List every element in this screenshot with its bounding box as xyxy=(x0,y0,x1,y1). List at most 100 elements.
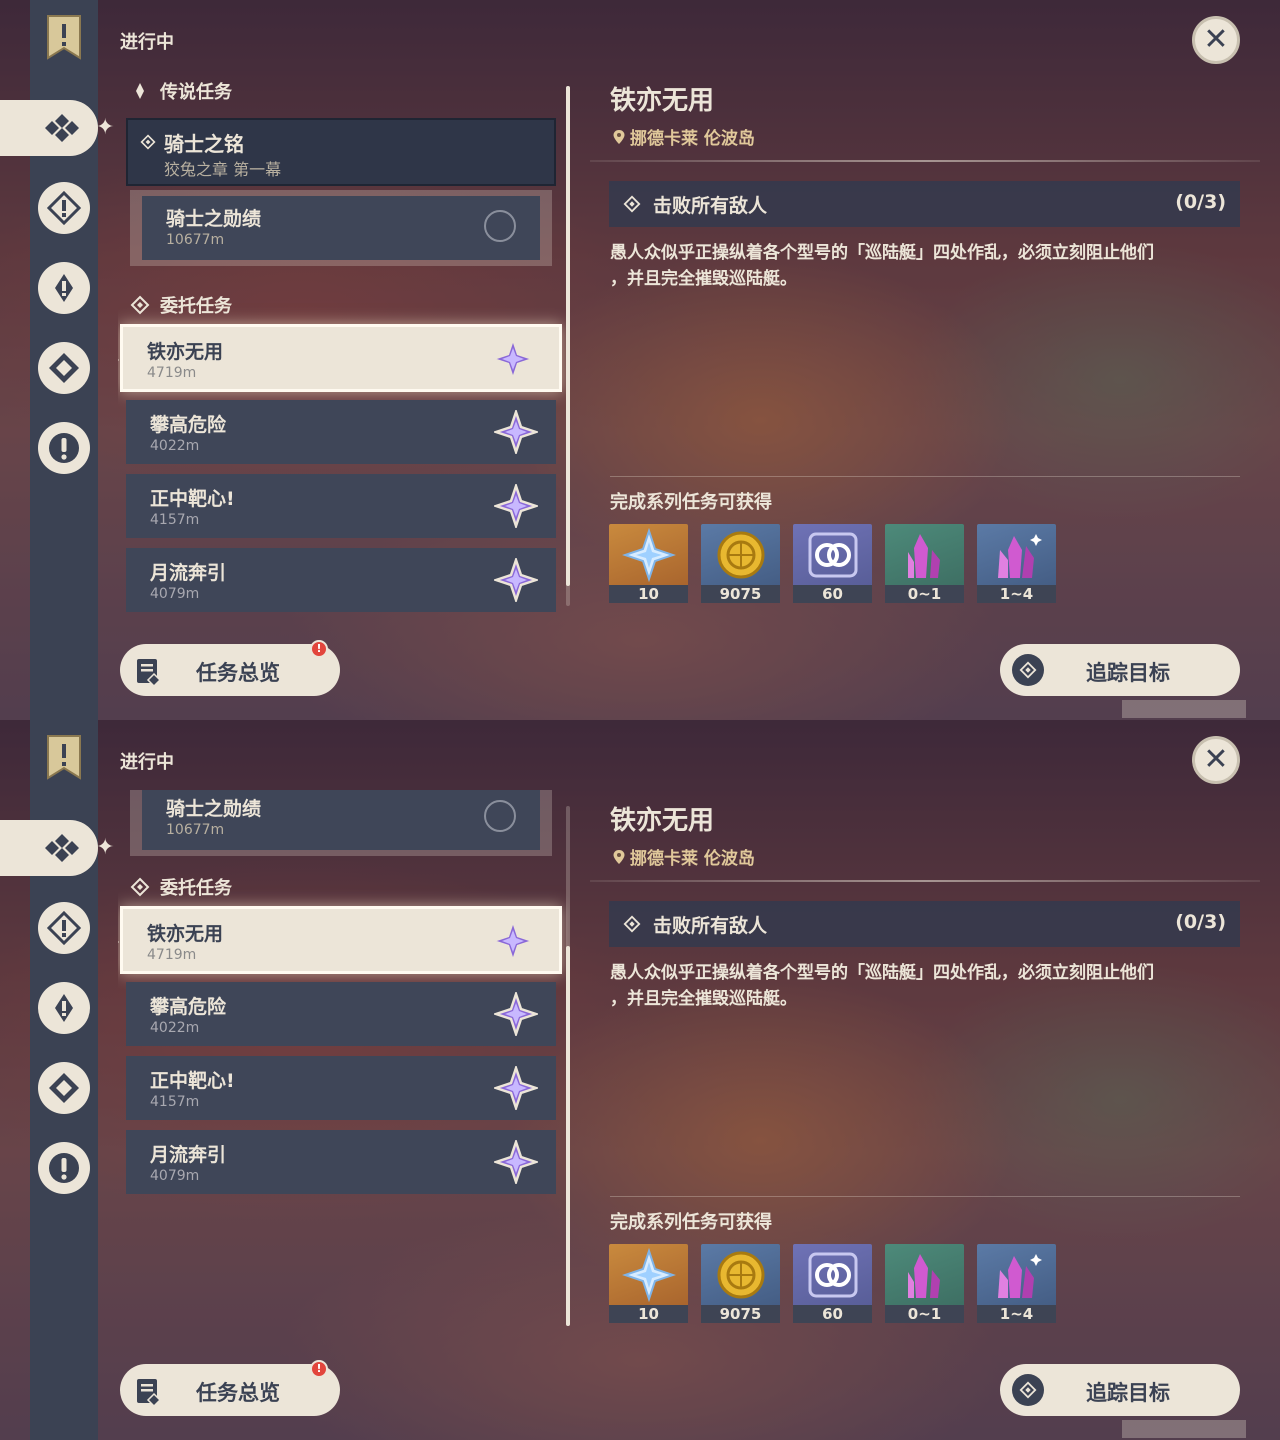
bottom-strip xyxy=(1122,1420,1246,1438)
commission-item[interactable]: 正中靶心! 4157m xyxy=(126,474,556,538)
rail-event-quest[interactable] xyxy=(38,422,90,474)
rail-event-quest[interactable] xyxy=(38,1142,90,1194)
title-divider xyxy=(590,160,1260,162)
commission-star-icon xyxy=(494,410,538,454)
track-target-button[interactable]: 追踪目标 xyxy=(1000,644,1240,696)
reward-item[interactable]: 10 xyxy=(609,524,688,603)
crystal-cluster-icon xyxy=(997,534,1042,578)
step-distance: 10677m xyxy=(166,822,225,838)
close-icon: ✕ xyxy=(1203,742,1229,777)
detail-title: 铁亦无用 xyxy=(610,806,715,836)
exclamation-icon xyxy=(49,433,79,463)
quest-overview-button[interactable]: 任务总览 xyxy=(120,1364,340,1416)
legend-quest-card[interactable]: 骑士之铭 狡兔之章 第一幕 xyxy=(126,118,556,186)
description-line: ，并且完全摧毁巡陆艇。 xyxy=(610,989,797,1009)
reward-count: 60 xyxy=(793,1305,872,1323)
commission-star-icon xyxy=(494,558,538,602)
close-button[interactable]: ✕ xyxy=(1192,16,1240,64)
location-pin-icon[interactable] xyxy=(484,800,516,832)
world-quest-icon xyxy=(47,911,81,945)
commission-item[interactable]: 铁亦无用 4719m xyxy=(118,324,562,392)
rail-story-quest[interactable] xyxy=(38,982,90,1034)
reward-item[interactable]: 1~4 xyxy=(977,524,1056,603)
reward-item[interactable]: 60 xyxy=(793,1244,872,1323)
legend-quest-step[interactable]: 骑士之勋绩 10677m xyxy=(130,190,552,266)
step-title: 骑士之勋绩 xyxy=(166,798,262,820)
reward-item[interactable]: 0~1 xyxy=(885,524,964,603)
rail-story-quest[interactable] xyxy=(38,262,90,314)
mora-icon xyxy=(717,1251,764,1299)
category-label: 委托任务 xyxy=(160,296,232,317)
quest-description: 愚人众似乎正操纵着各个型号的「巡陆艇」四处作乱，必须立刻阻止他们 ，并且完全摧毁… xyxy=(610,240,1240,292)
rail-tab-commission[interactable] xyxy=(0,820,98,876)
reward-count: 9075 xyxy=(701,585,780,603)
close-icon: ✕ xyxy=(1203,22,1229,57)
reward-item[interactable]: 1~4 xyxy=(977,1244,1056,1323)
selected-spark-icon: ✦ xyxy=(96,115,115,140)
track-label: 追踪目标 xyxy=(1086,661,1170,685)
commission-distance: 4719m xyxy=(147,947,197,963)
description-line: 愚人众似乎正操纵着各个型号的「巡陆艇」四处作乱，必须立刻阻止他们 xyxy=(610,243,1154,263)
list-scrollbar[interactable] xyxy=(566,806,570,1326)
reward-count: 1~4 xyxy=(977,585,1056,603)
track-target-button[interactable]: 追踪目标 xyxy=(1000,1364,1240,1416)
reward-item[interactable]: 10 xyxy=(609,1244,688,1323)
scroll-thumb[interactable] xyxy=(566,946,570,1326)
reward-item[interactable]: 60 xyxy=(793,524,872,603)
scroll-thumb[interactable] xyxy=(566,86,570,586)
commission-item[interactable]: 铁亦无用 4719m xyxy=(118,906,562,974)
rail-commission-list[interactable] xyxy=(38,1062,90,1114)
reward-item[interactable]: 0~1 xyxy=(885,1244,964,1323)
quest-list[interactable]: 传说任务 骑士之铭 狡兔之章 第一幕 骑士之勋绩 10677m 委托任务 铁亦无… xyxy=(118,70,570,620)
quest-list[interactable]: 骑士之勋绩 10677m 委托任务 铁亦无用 4719m 攀高危险 4022m … xyxy=(118,790,570,1340)
list-scrollbar[interactable] xyxy=(566,86,570,606)
commission-tab-icon xyxy=(45,834,79,862)
category-label: 委托任务 xyxy=(160,878,232,899)
exp-icon xyxy=(808,1252,857,1298)
notification-badge: ! xyxy=(310,640,328,658)
rail-tab-commission[interactable] xyxy=(0,100,98,156)
commission-distance: 4022m xyxy=(150,438,200,454)
exclamation-icon xyxy=(49,1153,79,1183)
commission-tab-icon xyxy=(45,114,79,142)
rail-commission-list[interactable] xyxy=(38,342,90,394)
archon-quest-icon xyxy=(136,83,144,99)
commission-star-icon xyxy=(494,484,538,528)
legend-quest-title: 骑士之铭 xyxy=(164,132,244,156)
overview-label: 任务总览 xyxy=(196,1381,280,1405)
category-label: 传说任务 xyxy=(160,82,232,103)
step-card: 骑士之勋绩 10677m xyxy=(142,196,540,260)
rewards-row: 10 9075 60 0~1 1~4 xyxy=(609,524,1056,603)
bookmark-icon[interactable] xyxy=(44,14,84,60)
commission-title: 攀高危险 xyxy=(150,996,227,1018)
legend-quest-step[interactable]: 骑士之勋绩 10677m xyxy=(130,790,552,856)
objective-text: 击败所有敌人 xyxy=(653,915,768,937)
location-pin-icon[interactable] xyxy=(484,210,516,242)
reward-item[interactable]: 9075 xyxy=(701,524,780,603)
objective-count: (0/3) xyxy=(1175,191,1226,213)
commission-item[interactable]: 正中靶心! 4157m xyxy=(126,1056,556,1120)
commission-distance: 4719m xyxy=(147,365,197,381)
commission-item[interactable]: 攀高危险 4022m xyxy=(126,982,556,1046)
description-line: ，并且完全摧毁巡陆艇。 xyxy=(610,269,797,289)
rail-world-quest[interactable] xyxy=(38,182,90,234)
objective-count: (0/3) xyxy=(1175,911,1226,933)
bookmark-icon[interactable] xyxy=(44,734,84,780)
rail-world-quest[interactable] xyxy=(38,902,90,954)
close-button[interactable]: ✕ xyxy=(1192,736,1240,784)
track-label: 追踪目标 xyxy=(1086,1381,1170,1405)
location-text: 挪德卡莱 伦波岛 xyxy=(630,849,755,869)
commission-item[interactable]: 月流奔引 4079m xyxy=(126,548,556,612)
commission-category-icon xyxy=(130,877,150,897)
quest-overview-button[interactable]: 任务总览 xyxy=(120,644,340,696)
step-title: 骑士之勋绩 xyxy=(166,208,262,230)
rewards-divider xyxy=(610,476,1240,477)
commission-item[interactable]: 月流奔引 4079m xyxy=(126,1130,556,1194)
tracking-diamond-icon xyxy=(140,134,156,150)
reward-item[interactable]: 9075 xyxy=(701,1244,780,1323)
quest-location: 挪德卡莱 伦波岛 xyxy=(612,844,755,869)
category-header-commission: 委托任务 xyxy=(130,290,232,320)
primogem-icon xyxy=(621,528,676,582)
commission-item[interactable]: 攀高危险 4022m xyxy=(126,400,556,464)
commission-star-icon xyxy=(494,1066,538,1110)
